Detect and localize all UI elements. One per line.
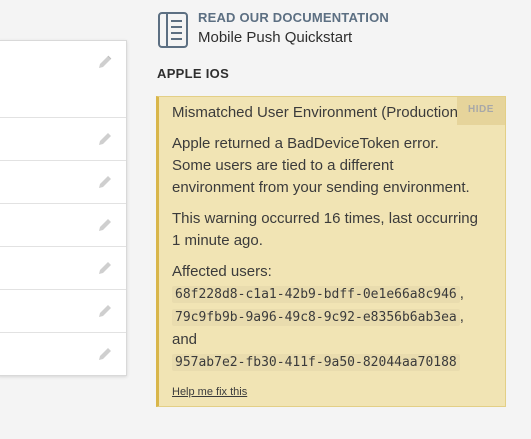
document-icon [158, 12, 188, 48]
card-row [0, 247, 126, 290]
description-line: Some users are tied to a different [172, 157, 394, 174]
pencil-icon[interactable] [96, 345, 114, 363]
section-title: APPLE IOS [157, 66, 230, 81]
and-text: and [172, 331, 198, 348]
card-row [0, 41, 126, 118]
affected-user-line: 79c9fb9b-9a96-49c8-9c92-e8356b6ab3ea, [172, 306, 502, 329]
description-line: environment from your sending environmen… [172, 179, 470, 196]
help-fix-link[interactable]: Help me fix this [172, 386, 247, 398]
affected-users: Affected users: 68f228d8-c1a1-42b9-bdff-… [172, 261, 502, 374]
affected-user-line: 957ab7e2-fb30-411f-9a50-82044aa70188 [172, 351, 502, 374]
description-line: Apple returned a BadDeviceToken error. [172, 135, 439, 152]
warning-title: Mismatched User Environment (Production) [172, 104, 463, 121]
occurrence-line: This warning occurred 16 times, last occ… [172, 210, 478, 227]
settings-card [0, 40, 127, 376]
warning-panel: Mismatched User Environment (Production)… [156, 96, 506, 407]
comma: , [459, 308, 464, 325]
occurrence-line: 1 minute ago. [172, 232, 263, 249]
documentation-link[interactable]: READ OUR DOCUMENTATION Mobile Push Quick… [157, 10, 517, 50]
pencil-icon[interactable] [96, 53, 114, 71]
card-row [0, 290, 126, 333]
warning-occurrence: This warning occurred 16 times, last occ… [172, 208, 502, 252]
hide-button[interactable]: HIDE [457, 97, 505, 125]
user-id: 957ab7e2-fb30-411f-9a50-82044aa70188 [172, 354, 460, 371]
documentation-title[interactable]: Mobile Push Quickstart [198, 29, 352, 46]
pencil-icon[interactable] [96, 130, 114, 148]
card-row [0, 333, 126, 375]
pencil-icon[interactable] [96, 302, 114, 320]
pencil-icon[interactable] [96, 216, 114, 234]
comma: , [459, 285, 464, 302]
warning-description: Apple returned a BadDeviceToken error. S… [172, 133, 502, 199]
card-row [0, 161, 126, 204]
documentation-heading: READ OUR DOCUMENTATION [198, 10, 389, 25]
user-id: 79c9fb9b-9a96-49c8-9c92-e8356b6ab3ea [172, 309, 460, 326]
card-row [0, 204, 126, 247]
affected-label: Affected users: [172, 263, 272, 280]
user-id: 68f228d8-c1a1-42b9-bdff-0e1e66a8c946 [172, 286, 460, 303]
card-row [0, 118, 126, 161]
pencil-icon[interactable] [96, 259, 114, 277]
pencil-icon[interactable] [96, 173, 114, 191]
affected-user-line: 68f228d8-c1a1-42b9-bdff-0e1e66a8c946, [172, 283, 502, 306]
